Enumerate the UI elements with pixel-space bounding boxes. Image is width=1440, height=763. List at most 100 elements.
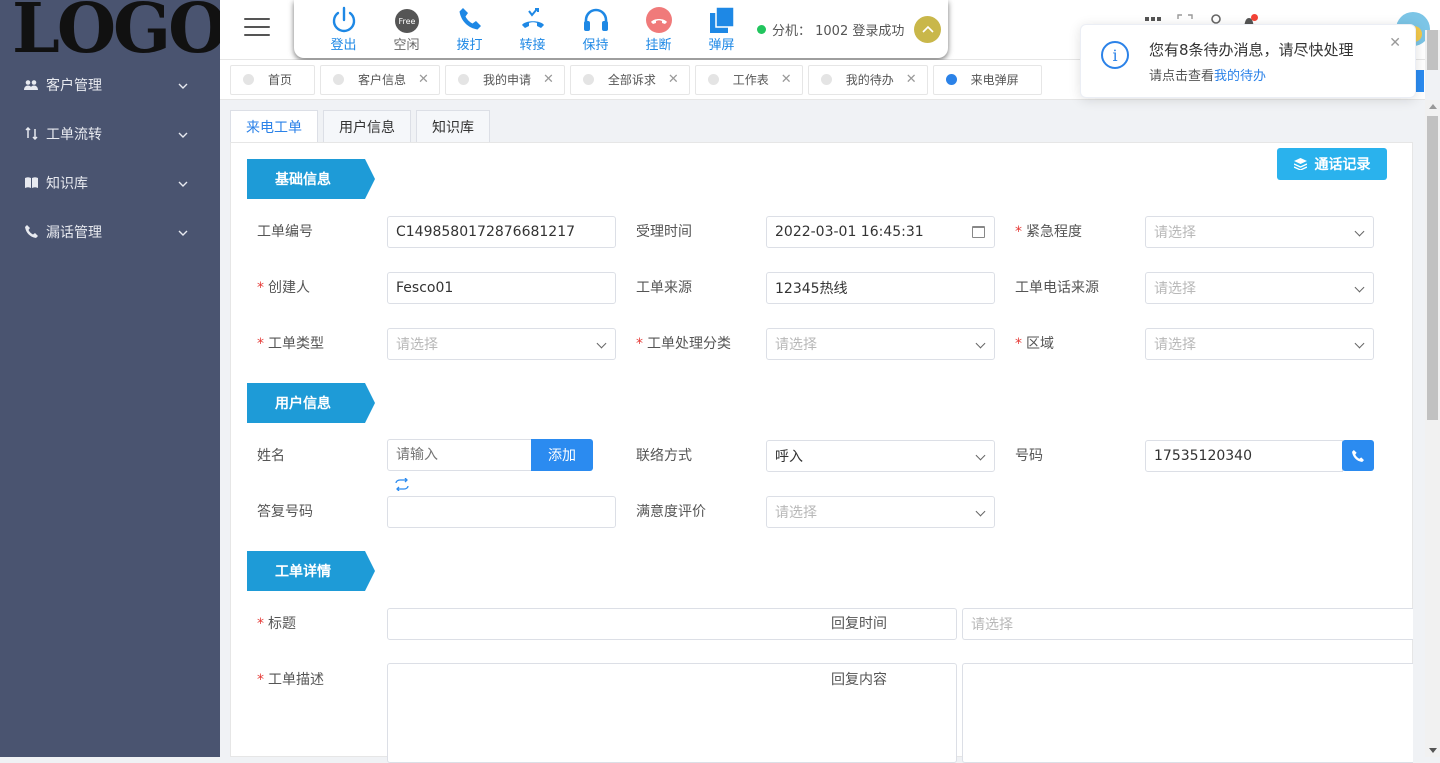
desc-label: * 工单描述 — [257, 672, 324, 688]
sidebar-item-missed-calls[interactable]: 漏话管理 — [0, 207, 220, 256]
tab-customer-info[interactable]: 客户信息 ✕ — [320, 64, 440, 95]
close-icon[interactable]: ✕ — [906, 72, 917, 87]
add-button[interactable]: 添加 — [531, 439, 593, 471]
swap-icon[interactable] — [394, 478, 410, 491]
chevron-down-icon — [975, 506, 986, 517]
tab-dot — [820, 74, 832, 85]
phone-toolbar: 登出 Free 空闲 拨打 转接 保持 挂断 弹屏 分机： 1002 登录成功 — [294, 0, 948, 58]
tab-worksheet[interactable]: 工作表 ✕ — [694, 64, 803, 95]
chevron-down-icon — [178, 224, 188, 240]
hold-button[interactable]: 保持 — [564, 0, 627, 58]
users-icon — [24, 78, 38, 92]
layers-icon — [1293, 158, 1307, 170]
tab-knowledge-base[interactable]: 知识库 — [416, 110, 490, 142]
sidebar-item-label: 知识库 — [46, 175, 88, 192]
logout-button[interactable]: 登出 — [312, 0, 375, 58]
call-button[interactable] — [1342, 440, 1374, 471]
tab-my-todo[interactable]: 我的待办 ✕ — [807, 64, 928, 95]
extension-status: 分机： 1002 登录成功 — [757, 0, 942, 58]
category-label: * 工单处理分类 — [636, 336, 731, 352]
name-input[interactable] — [387, 439, 532, 471]
sidebar-item-label: 客户管理 — [46, 77, 102, 94]
tab-home[interactable]: 首页 — [230, 64, 316, 95]
phone-icon — [24, 225, 38, 239]
scroll-thumb[interactable] — [1427, 116, 1438, 420]
sidebar-item-knowledge[interactable]: 知识库 — [0, 158, 220, 207]
tab-incoming-popup[interactable]: 来电弹屏 — [932, 64, 1042, 95]
type-select[interactable]: 请选择 — [387, 328, 616, 360]
reply-number-label: 答复号码 — [257, 504, 313, 520]
urgency-label: * 紧急程度 — [1015, 224, 1082, 240]
section-order-detail: 工单详情 — [247, 551, 377, 591]
scroll-up-icon[interactable] — [1429, 104, 1437, 109]
phone-source-label: 工单电话来源 — [1015, 280, 1099, 296]
close-icon[interactable]: ✕ — [1389, 35, 1401, 51]
accept-time-field[interactable]: 2022-03-01 16:45:31 — [766, 216, 995, 248]
hamburger-menu-icon[interactable] — [244, 18, 270, 40]
sidebar-item-customer[interactable]: 客户管理 — [0, 60, 220, 109]
collapse-icon[interactable] — [914, 15, 942, 43]
chevron-down-icon — [975, 450, 986, 461]
tab-user-info[interactable]: 用户信息 — [323, 110, 411, 142]
title-label: * 标题 — [257, 616, 296, 632]
region-select[interactable]: 请选择 — [1145, 328, 1374, 360]
tab-all-requests[interactable]: 全部诉求 ✕ — [569, 64, 690, 95]
reply-time-select[interactable]: 请选择 — [962, 608, 1413, 640]
idle-button[interactable]: Free 空闲 — [375, 0, 438, 58]
tab-dot — [582, 74, 594, 85]
sidebar-item-workflow[interactable]: 工单流转 — [0, 109, 220, 158]
satisfaction-select[interactable]: 请选择 — [766, 496, 995, 528]
phone-dial-icon — [459, 8, 481, 30]
category-select[interactable]: 请选择 — [766, 328, 995, 360]
dial-button[interactable]: 拨打 — [438, 0, 501, 58]
chevron-down-icon — [1354, 282, 1365, 293]
reply-content-textarea[interactable] — [962, 663, 1413, 763]
status-dot — [757, 24, 766, 34]
section-basic-info: 基础信息 — [247, 159, 377, 199]
creator-label: * 创建人 — [257, 280, 310, 296]
close-icon[interactable]: ✕ — [543, 72, 554, 87]
reply-content-label: 回复内容 — [831, 672, 887, 688]
popup-button[interactable]: 弹屏 — [690, 0, 753, 58]
order-no-field[interactable]: C1498580172876681217 — [387, 216, 616, 248]
tab-my-applications[interactable]: 我的申请 ✕ — [444, 64, 565, 95]
close-icon[interactable]: ✕ — [781, 72, 792, 87]
type-label: * 工单类型 — [257, 336, 324, 352]
sidebar-item-label: 工单流转 — [46, 126, 102, 143]
contact-select[interactable]: 呼入 — [766, 440, 995, 472]
chevron-down-icon — [1354, 338, 1365, 349]
close-icon[interactable]: ✕ — [668, 72, 679, 87]
tab-dot — [945, 74, 957, 85]
number-field[interactable]: 17535120340 — [1145, 440, 1343, 472]
chevron-down-icon — [178, 126, 188, 142]
close-icon[interactable]: ✕ — [418, 72, 429, 87]
phone-source-select[interactable]: 请选择 — [1145, 272, 1374, 304]
hangup-button[interactable]: 挂断 — [627, 0, 690, 58]
reply-number-field[interactable] — [387, 496, 616, 528]
transfer-call-icon — [521, 8, 544, 28]
urgency-select[interactable]: 请选择 — [1145, 216, 1374, 248]
scrollbar[interactable] — [1425, 100, 1440, 757]
content-tabs: 来电工单 用户信息 知识库 — [230, 110, 495, 143]
call-record-button[interactable]: 通话记录 — [1277, 148, 1387, 180]
section-user-info: 用户信息 — [247, 383, 377, 423]
scroll-down-icon[interactable] — [1429, 748, 1437, 753]
status-text: 分机： 1002 登录成功 — [772, 23, 905, 39]
creator-field[interactable]: Fesco01 — [387, 272, 616, 304]
notification-title: 您有8条待办消息，请尽快处理 — [1149, 41, 1354, 59]
satisfaction-label: 满意度评价 — [636, 504, 706, 520]
contact-label: 联络方式 — [636, 448, 692, 464]
chevron-down-icon — [178, 77, 188, 93]
tab-incoming-order[interactable]: 来电工单 — [230, 110, 318, 143]
tab-dot — [333, 74, 345, 85]
transfer-button[interactable]: 转接 — [501, 0, 564, 58]
free-badge: Free — [398, 17, 415, 26]
top-scrollbar[interactable] — [1425, 30, 1440, 70]
book-icon — [24, 176, 38, 190]
region-label: * 区域 — [1015, 336, 1054, 352]
source-field[interactable]: 12345热线 — [766, 272, 995, 304]
my-todo-link[interactable]: 我的待办 — [1214, 69, 1266, 84]
accept-time-label: 受理时间 — [636, 224, 692, 240]
notification-dot — [1251, 14, 1258, 21]
calendar-icon — [972, 226, 985, 238]
